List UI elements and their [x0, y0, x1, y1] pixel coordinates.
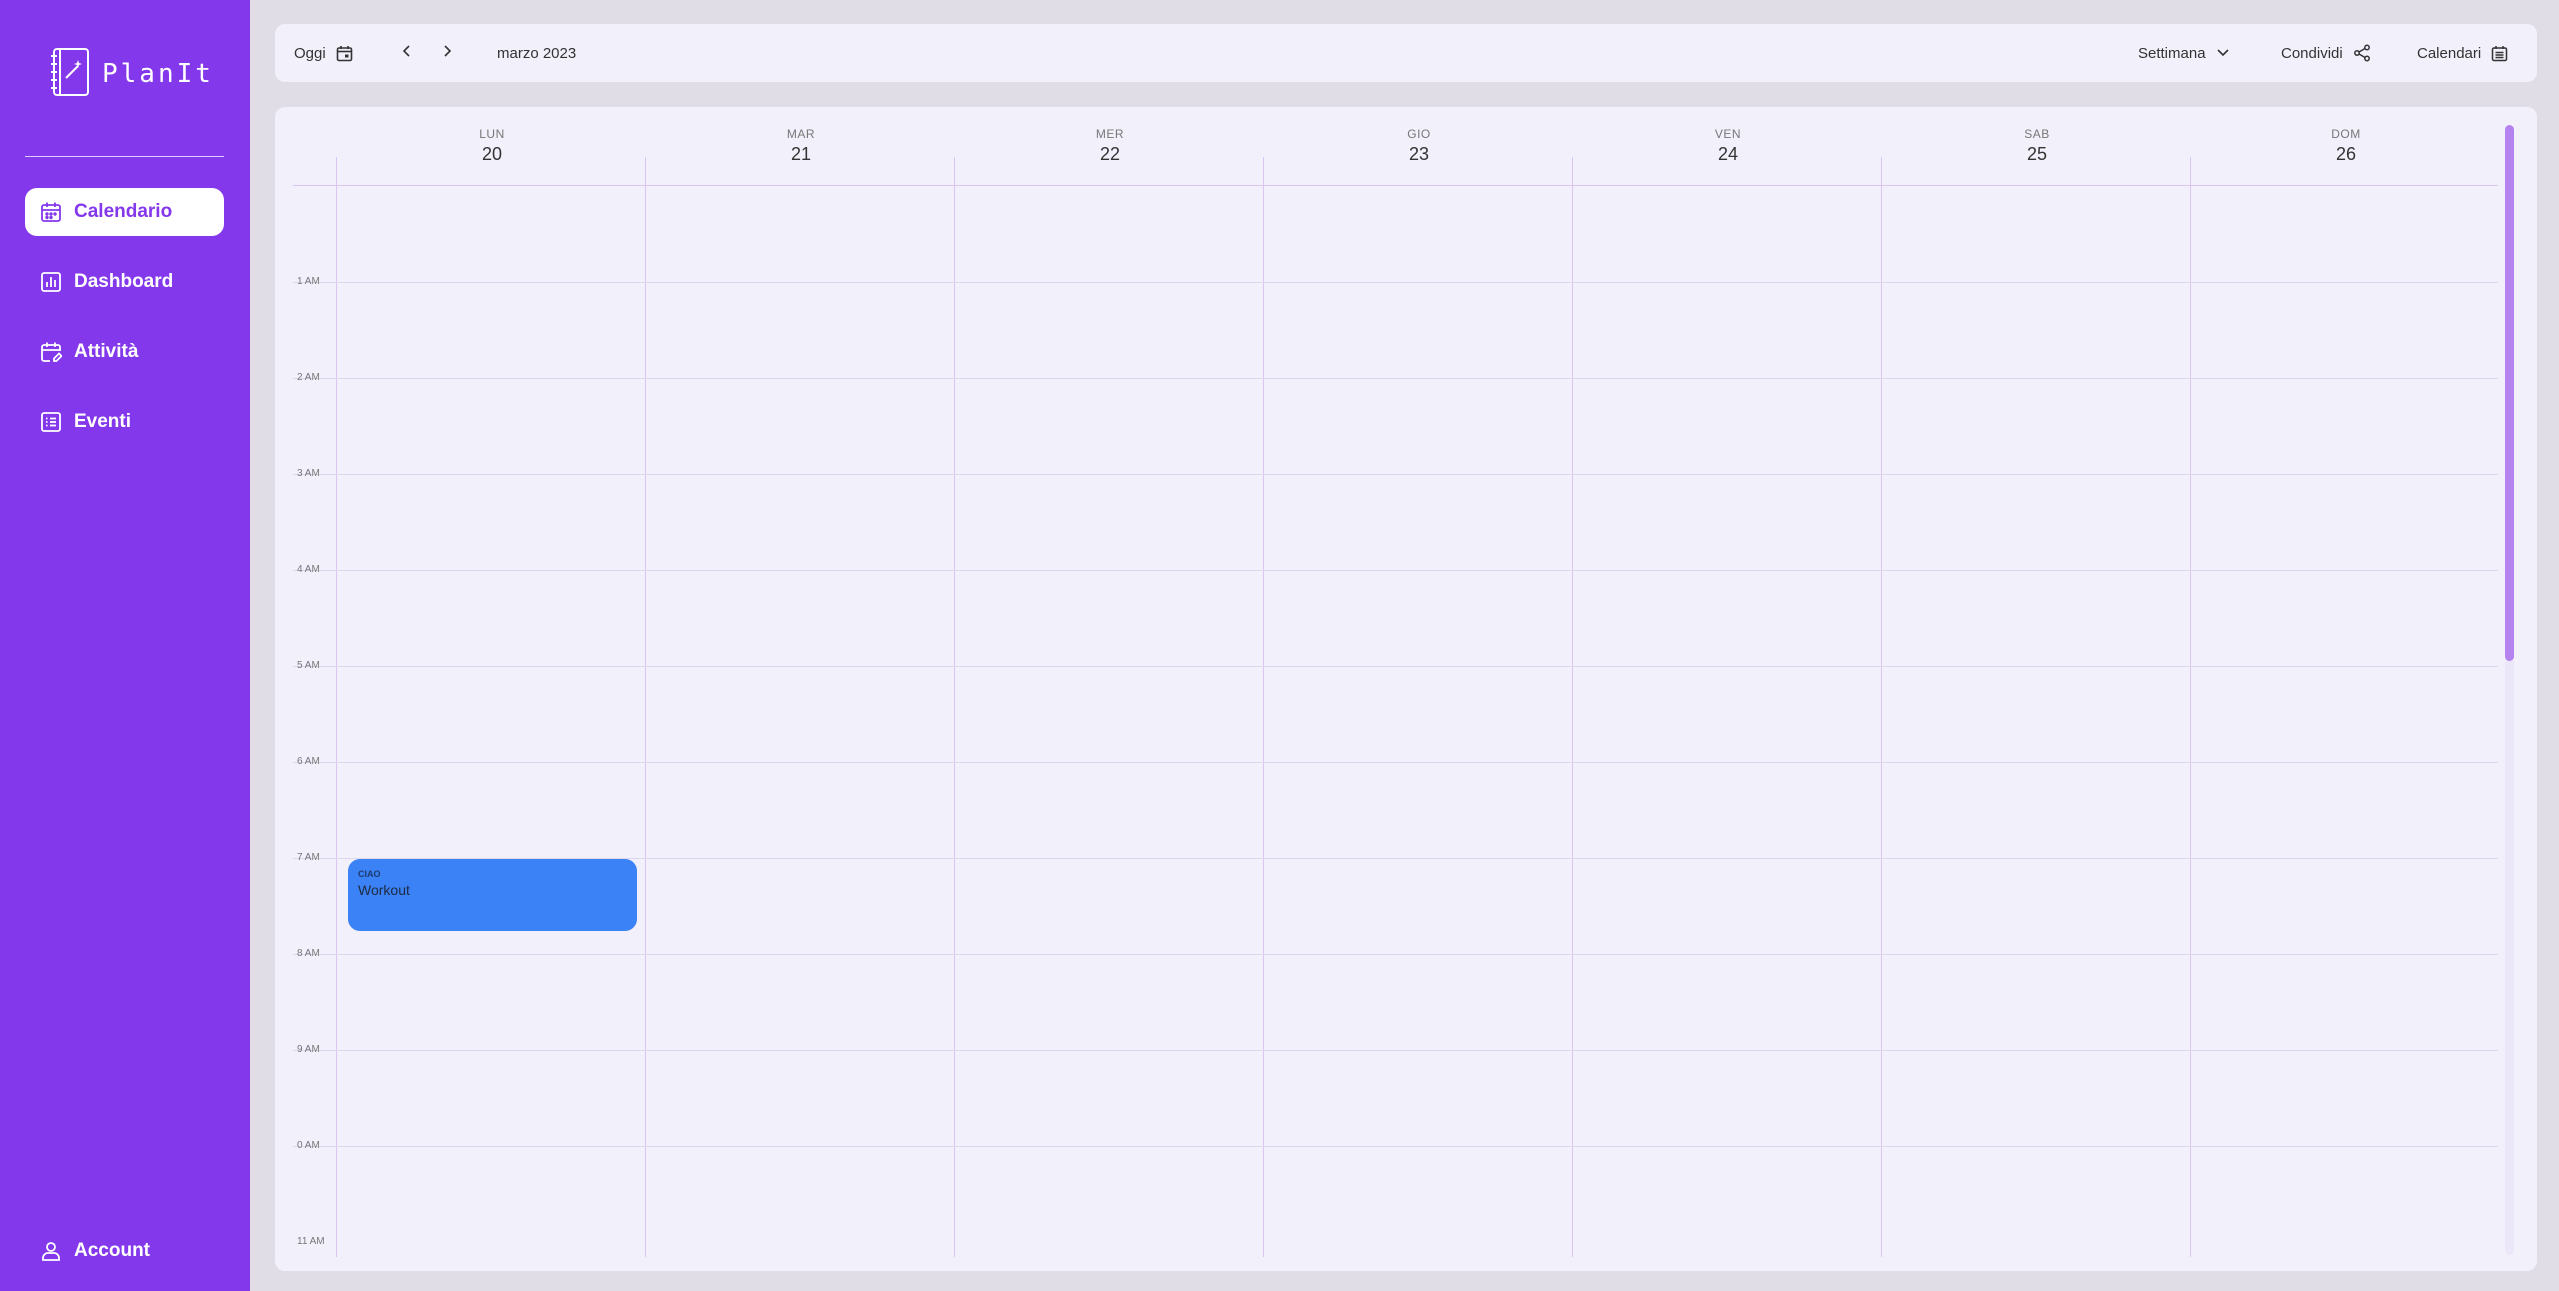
day-number: 20 — [481, 144, 503, 164]
sidebar-item-label: Dashboard — [74, 271, 174, 292]
hour-label: 2 AM — [297, 372, 320, 383]
chevron-right-icon — [442, 44, 452, 62]
day-column-divider — [645, 157, 646, 1257]
day-column-divider — [1572, 157, 1573, 1257]
hour-label: 5 AM — [297, 660, 320, 671]
event-card[interactable]: CIAO Workout — [348, 859, 637, 931]
chevron-down-icon — [2216, 48, 2230, 58]
day-name: GIO — [1407, 127, 1431, 141]
calendars-label: Calendari — [2417, 44, 2482, 62]
sidebar-item-calendario[interactable]: Calendario — [25, 188, 224, 236]
day-header-fri[interactable]: VEN 24 — [1574, 127, 1882, 165]
user-icon — [39, 1239, 63, 1263]
day-name: SAB — [2024, 127, 2050, 141]
sidebar-item-attivita[interactable]: Attività — [25, 328, 224, 376]
hour-gridline — [293, 378, 2498, 379]
hour-gridline — [293, 1146, 2498, 1147]
task-icon — [39, 340, 63, 364]
chevron-left-icon — [402, 44, 412, 62]
header-divider — [293, 185, 2498, 186]
day-name: MAR — [786, 127, 816, 141]
sidebar-item-dashboard[interactable]: Dashboard — [25, 258, 224, 306]
day-number: 23 — [1408, 144, 1430, 164]
sidebar-item-label: Attività — [74, 341, 139, 362]
day-number: 22 — [1099, 144, 1121, 164]
sidebar-divider — [25, 156, 224, 157]
day-header-sat[interactable]: SAB 25 — [1883, 127, 2191, 165]
hour-label: 7 AM — [297, 852, 320, 863]
app-logo[interactable]: PlanIt — [48, 46, 214, 102]
day-number: 24 — [1717, 144, 1739, 164]
day-column-divider — [1881, 157, 1882, 1257]
hour-gridline — [293, 474, 2498, 475]
hour-label: 1 AM — [297, 276, 320, 287]
sidebar-item-label: Eventi — [74, 411, 132, 432]
hour-gridline — [293, 954, 2498, 955]
day-header-sun[interactable]: DOM 26 — [2192, 127, 2500, 165]
day-number: 21 — [790, 144, 812, 164]
day-column-divider — [1263, 157, 1264, 1257]
today-label: Oggi — [294, 44, 326, 62]
event-title: Workout — [358, 882, 410, 898]
calendar-list-icon — [2491, 45, 2508, 62]
share-button[interactable]: Condividi — [2281, 24, 2371, 82]
hour-label: 9 AM — [297, 1044, 320, 1055]
planner-logo-icon — [48, 46, 92, 103]
sidebar: PlanIt Calendario Dashboard Attività Eve… — [0, 0, 250, 1291]
event-calendar-tag: CIAO — [358, 869, 381, 879]
day-name: DOM — [2331, 127, 2361, 141]
prev-week-button[interactable] — [395, 24, 419, 82]
week-calendar: LUN 20 MAR 21 MER 22 GIO 23 VEN 24 SAB 2… — [275, 107, 2537, 1271]
share-label: Condividi — [2281, 44, 2343, 62]
day-header-mon[interactable]: LUN 20 — [338, 127, 646, 165]
hour-gridline — [293, 762, 2498, 763]
sidebar-item-account[interactable]: Account — [25, 1227, 224, 1275]
day-name: VEN — [1714, 127, 1742, 141]
calendar-today-icon — [336, 45, 353, 62]
scrollbar-thumb[interactable] — [2505, 125, 2514, 661]
month-label: marzo 2023 — [497, 24, 576, 82]
today-button[interactable]: Oggi — [294, 24, 353, 82]
day-column-divider — [2190, 157, 2191, 1257]
view-select-label: Settimana — [2138, 44, 2206, 62]
day-header-tue[interactable]: MAR 21 — [647, 127, 955, 165]
hour-label: 4 AM — [297, 564, 320, 575]
day-number: 25 — [2026, 144, 2048, 164]
day-header-thu[interactable]: GIO 23 — [1265, 127, 1573, 165]
day-column-divider — [336, 157, 337, 1257]
calendars-button[interactable]: Calendari — [2417, 24, 2508, 82]
day-number: 26 — [2335, 144, 2357, 164]
calendar-icon — [39, 200, 63, 224]
hour-label: 0 AM — [297, 1140, 320, 1151]
account-label: Account — [74, 1240, 150, 1261]
list-icon — [39, 410, 63, 434]
sidebar-item-eventi[interactable]: Eventi — [25, 398, 224, 446]
day-header-wed[interactable]: MER 22 — [956, 127, 1264, 165]
day-column-divider — [954, 157, 955, 1257]
day-name: LUN — [479, 127, 505, 141]
hour-label: 6 AM — [297, 756, 320, 767]
sidebar-item-label: Calendario — [74, 201, 173, 222]
hour-gridline — [293, 1050, 2498, 1051]
next-week-button[interactable] — [435, 24, 459, 82]
hour-gridline — [293, 570, 2498, 571]
hour-label: 3 AM — [297, 468, 320, 479]
share-icon — [2353, 44, 2371, 62]
hour-label: 8 AM — [297, 948, 320, 959]
hour-gridline — [293, 282, 2498, 283]
day-name: MER — [1095, 127, 1125, 141]
vertical-scrollbar[interactable] — [2505, 125, 2514, 1255]
view-select[interactable]: Settimana — [2138, 24, 2230, 82]
hour-gridline — [293, 666, 2498, 667]
calendar-toolbar: Oggi marzo 2023 Settimana Condividi Cale… — [275, 24, 2537, 82]
month-label-text: marzo 2023 — [497, 44, 577, 62]
hour-label: 11 AM — [297, 1236, 325, 1247]
app-name: PlanIt — [102, 59, 214, 89]
chart-icon — [39, 270, 63, 294]
